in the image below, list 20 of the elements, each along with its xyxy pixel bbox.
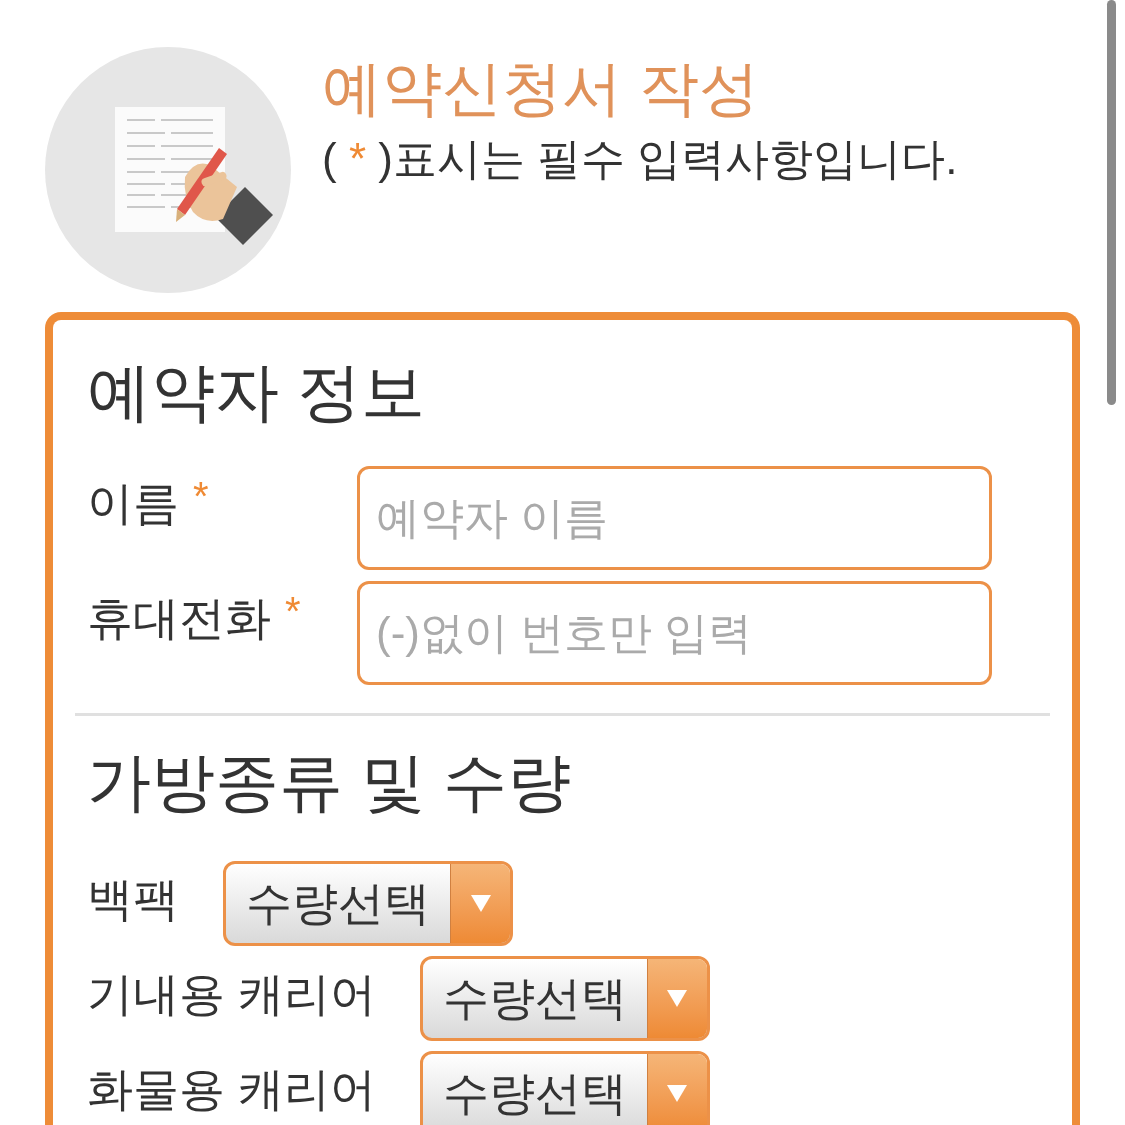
required-mark: * [285, 590, 301, 631]
bag-type-label: 백팩 [87, 871, 179, 927]
bag-type-label: 화물용 캐리어 [87, 1061, 376, 1117]
required-note: ( * )표시는 필수 입력사항입니다. [322, 133, 958, 185]
page-title: 예약신청서 작성 [322, 54, 760, 124]
dropdown-caret-icon [450, 863, 510, 943]
field-label: 휴대전화 [87, 590, 271, 646]
quantity-select[interactable]: 수량선택 [419, 955, 710, 1041]
bag-type-label: 기내용 캐리어 [87, 966, 376, 1022]
section-heading: 예약자 정보 [87, 355, 426, 430]
required-mark: * [193, 475, 209, 516]
field-label: 이름 [87, 475, 179, 531]
quantity-select[interactable]: 수량선택 [419, 1050, 710, 1125]
section-heading: 가방종류 및 수량 [87, 744, 572, 820]
dropdown-caret-icon [646, 1053, 707, 1125]
quantity-select[interactable]: 수량선택 [223, 860, 513, 946]
input-field[interactable]: 예약자 이름 [357, 465, 992, 570]
dropdown-caret-icon [646, 958, 707, 1038]
input-field[interactable]: (-)없이 번호만 입력 [357, 580, 992, 685]
scrollbar-thumb[interactable] [1107, 0, 1116, 405]
